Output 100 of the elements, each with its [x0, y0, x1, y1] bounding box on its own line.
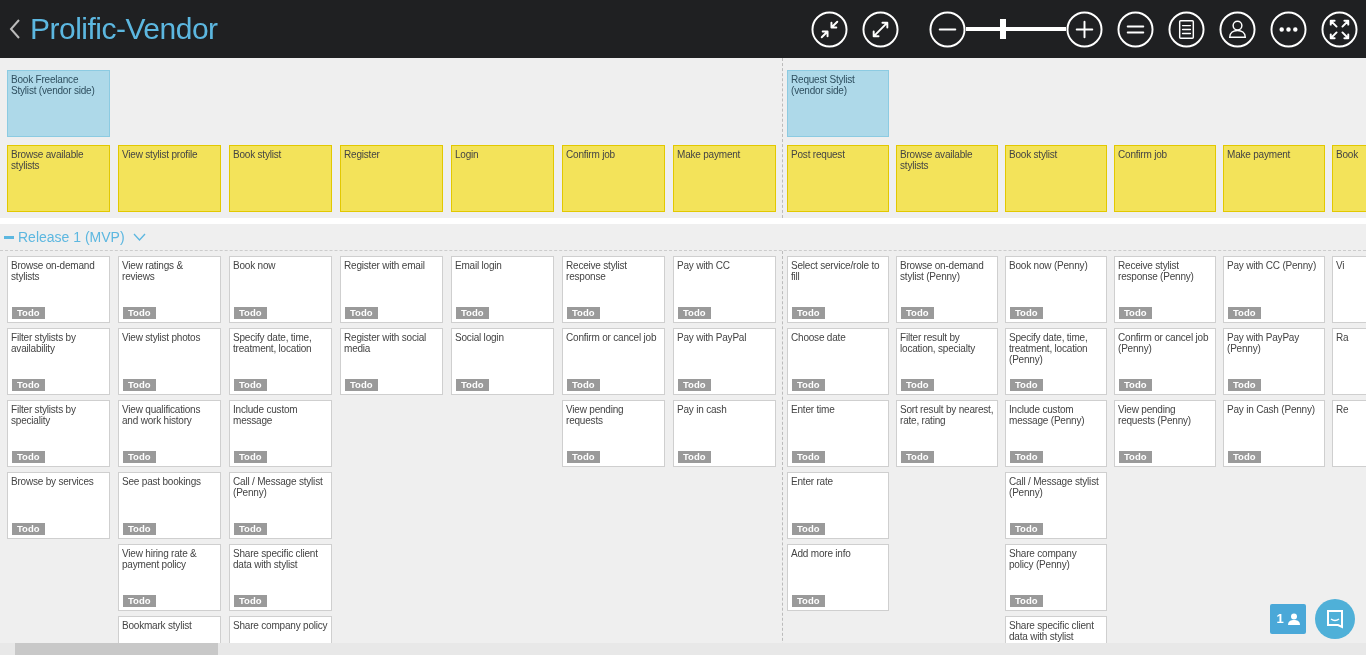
story-title: Filter stylists by speciality	[11, 404, 77, 426]
step-card[interactable]: Book stylist	[1005, 145, 1107, 212]
story-card[interactable]: Filter stylists by speciality Todo	[7, 400, 110, 467]
story-title: Pay with CC	[677, 260, 731, 271]
story-title: Pay with PayPal	[677, 332, 748, 343]
story-card[interactable]: Book now (Penny) Todo	[1005, 256, 1107, 323]
story-card[interactable]: See past bookings Todo	[118, 472, 221, 539]
story-title: Filter stylists by availability	[11, 332, 77, 354]
step-card[interactable]: Confirm job	[562, 145, 665, 212]
story-card[interactable]: Browse by services Todo	[7, 472, 110, 539]
story-card[interactable]: Receive stylist response (Penny) Todo	[1114, 256, 1216, 323]
status-badge: Todo	[792, 523, 825, 535]
step-card[interactable]: Register	[340, 145, 443, 212]
step-card[interactable]: Book stylist	[229, 145, 332, 212]
step-card[interactable]: Book	[1332, 145, 1366, 212]
equals-icon[interactable]	[1117, 10, 1154, 48]
slider-thumb[interactable]	[1000, 19, 1006, 39]
activity-card[interactable]: Book Freelance Stylist (vendor side)	[7, 70, 110, 137]
story-card[interactable]: Choose date Todo	[787, 328, 889, 395]
story-card[interactable]: Browse on-demand stylists Todo	[7, 256, 110, 323]
story-card[interactable]: Sort result by nearest, rate, rating Todo	[896, 400, 998, 467]
story-card[interactable]: Select service/role to fill Todo	[787, 256, 889, 323]
story-card[interactable]: Confirm or cancel job (Penny) Todo	[1114, 328, 1216, 395]
story-title: Call / Message stylist (Penny)	[1009, 476, 1100, 498]
story-card[interactable]: Vi	[1332, 256, 1366, 323]
story-card[interactable]: Enter rate Todo	[787, 472, 889, 539]
status-badge: Todo	[792, 307, 825, 319]
more-icon[interactable]	[1270, 10, 1307, 48]
story-card[interactable]: Register with social media Todo	[340, 328, 443, 395]
story-card[interactable]: View pending requests (Penny) Todo	[1114, 400, 1216, 467]
story-card[interactable]: View pending requests Todo	[562, 400, 665, 467]
zoom-in-icon[interactable]	[1066, 10, 1103, 48]
story-card[interactable]: Confirm or cancel job Todo	[562, 328, 665, 395]
list-icon[interactable]	[1168, 10, 1205, 48]
story-card[interactable]: Email login Todo	[451, 256, 554, 323]
activity-card[interactable]: Request Stylist (vendor side)	[787, 70, 889, 137]
story-card[interactable]: Specify date, time, treatment, location (Penny) Todo	[1005, 328, 1107, 395]
story-card[interactable]: Share company policy	[229, 616, 332, 643]
story-card[interactable]: Re	[1332, 400, 1366, 467]
step-card[interactable]: Browse available stylists	[896, 145, 998, 212]
story-card[interactable]: Call / Message stylist (Penny) Todo	[1005, 472, 1107, 539]
story-card[interactable]: Social login Todo	[451, 328, 554, 395]
step-card[interactable]: Browse available stylists	[7, 145, 110, 212]
story-card[interactable]: Include custom message Todo	[229, 400, 332, 467]
story-card[interactable]: Filter stylists by availability Todo	[7, 328, 110, 395]
scrollbar-thumb[interactable]	[15, 643, 218, 655]
status-badge: Todo	[12, 307, 45, 319]
story-card[interactable]: View hiring rate & payment policy Todo	[118, 544, 221, 611]
story-card[interactable]: Share specific client data with stylist Todo	[229, 544, 332, 611]
story-card[interactable]: Pay in Cash (Penny) Todo	[1223, 400, 1325, 467]
back-icon[interactable]	[8, 17, 22, 41]
story-card[interactable]: Pay in cash Todo	[673, 400, 776, 467]
story-card[interactable]: View stylist photos Todo	[118, 328, 221, 395]
story-card[interactable]: Filter result by location, specialty Todo	[896, 328, 998, 395]
collapse-icon[interactable]	[811, 10, 848, 48]
status-badge: Todo	[234, 379, 267, 391]
story-card[interactable]: Browse on-demand stylist (Penny) Todo	[896, 256, 998, 323]
story-title: Choose date	[791, 332, 847, 343]
zoom-slider[interactable]	[966, 19, 1066, 39]
status-badge: Todo	[234, 523, 267, 535]
story-card[interactable]: Pay with PayPay (Penny) Todo	[1223, 328, 1325, 395]
user-icon[interactable]	[1219, 10, 1256, 48]
story-title: Social login	[455, 332, 505, 343]
story-card[interactable]: Ra	[1332, 328, 1366, 395]
status-badge: Todo	[901, 379, 934, 391]
step-card[interactable]: Make payment	[673, 145, 776, 212]
story-title: Confirm or cancel job	[566, 332, 658, 343]
story-card[interactable]: Register with email Todo	[340, 256, 443, 323]
person-icon	[1287, 613, 1300, 625]
story-card[interactable]: Include custom message (Penny) Todo	[1005, 400, 1107, 467]
step-card[interactable]: Login	[451, 145, 554, 212]
story-card[interactable]: Pay with PayPal Todo	[673, 328, 776, 395]
story-card[interactable]: Call / Message stylist (Penny) Todo	[229, 472, 332, 539]
story-card[interactable]: Share company policy (Penny) Todo	[1005, 544, 1107, 611]
step-card[interactable]: Post request	[787, 145, 889, 212]
step-card[interactable]: Confirm job	[1114, 145, 1216, 212]
story-card[interactable]: Receive stylist response Todo	[562, 256, 665, 323]
story-card[interactable]: View qualifications and work history Todo	[118, 400, 221, 467]
story-card[interactable]: View ratings & reviews Todo	[118, 256, 221, 323]
story-card[interactable]: Specify date, time, treatment, location Todo	[229, 328, 332, 395]
story-card[interactable]: Enter time Todo	[787, 400, 889, 467]
status-badge: Todo	[1228, 307, 1261, 319]
expand-icon[interactable]	[862, 10, 899, 48]
story-title: Re	[1336, 404, 1350, 415]
story-card[interactable]: Pay with CC (Penny) Todo	[1223, 256, 1325, 323]
story-title: Share specific client data with stylist	[233, 548, 319, 570]
zoom-out-icon[interactable]	[929, 10, 966, 48]
story-card[interactable]: Add more info Todo	[787, 544, 889, 611]
story-card[interactable]: Bookmark stylist	[118, 616, 221, 643]
status-badge: Todo	[1010, 451, 1043, 463]
step-card[interactable]: Make payment	[1223, 145, 1325, 212]
story-card[interactable]: Book now Todo	[229, 256, 332, 323]
step-card[interactable]: View stylist profile	[118, 145, 221, 212]
status-badge: Todo	[1010, 307, 1043, 319]
horizontal-scrollbar[interactable]	[0, 643, 1366, 655]
status-badge: Todo	[456, 379, 489, 391]
story-card[interactable]: Pay with CC Todo	[673, 256, 776, 323]
fullscreen-icon[interactable]	[1321, 10, 1358, 48]
story-title: Receive stylist response (Penny)	[1118, 260, 1195, 282]
story-card[interactable]: Share specific client data with stylist	[1005, 616, 1107, 643]
